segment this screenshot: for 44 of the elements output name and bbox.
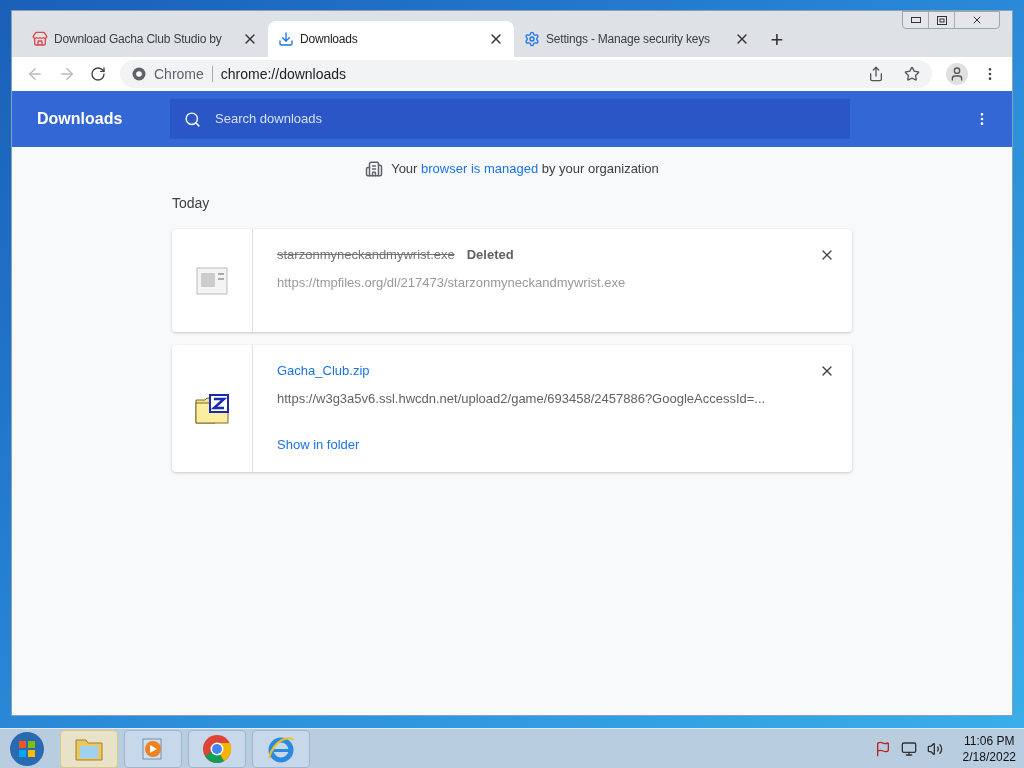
search-field[interactable]: Search downloads: [170, 99, 850, 139]
zip-folder-icon: [195, 393, 229, 424]
url-text: chrome://downloads: [220, 64, 348, 84]
new-tab-button[interactable]: +: [762, 21, 792, 57]
minimize-icon[interactable]: [910, 17, 921, 23]
chrome-icon: [202, 733, 232, 764]
profile-icon[interactable]: [946, 63, 968, 85]
search-icon: [184, 110, 201, 128]
settings-icon: [524, 31, 540, 47]
address-bar[interactable]: Chrome chrome://downloads: [120, 60, 932, 88]
document-icon: [196, 266, 228, 295]
flag-icon[interactable]: [874, 740, 891, 757]
taskbar-button[interactable]: [188, 729, 246, 768]
browser-tab[interactable]: Download Gacha Club Studio by: [22, 21, 268, 57]
tab-title: Download Gacha Club Studio by: [54, 31, 223, 48]
site-label: Chrome: [154, 64, 204, 84]
file-name[interactable]: Gacha_Club.zip: [277, 361, 370, 381]
store-icon: [32, 31, 48, 47]
volume-icon[interactable]: [926, 740, 943, 757]
search-placeholder: Search downloads: [215, 110, 322, 129]
tab-title: Settings - Manage security keys: [546, 31, 711, 48]
network-icon[interactable]: [900, 740, 917, 757]
windows-logo-icon: [9, 730, 45, 767]
managed-link[interactable]: browser is managed: [421, 161, 539, 177]
browser-tab[interactable]: Downloads: [268, 21, 514, 57]
file-url: https://tmpfiles.org/dl/217473/starzonmyneckandmywrist.exe: [277, 274, 627, 292]
tab-title: Downloads: [300, 31, 359, 48]
status-label: Deleted: [466, 246, 514, 265]
reload-icon[interactable]: [90, 66, 106, 82]
download-icon: [278, 31, 294, 47]
browser-tab[interactable]: Settings - Manage security keys: [514, 21, 760, 57]
page-title: Downloads: [36, 109, 124, 129]
building-icon: [365, 160, 384, 178]
clock-time: 11:06 PM: [964, 732, 1015, 749]
managed-notice: Your browser is managed by your organization: [391, 160, 659, 179]
restore-icon[interactable]: [936, 15, 947, 25]
show-in-folder-link[interactable]: Show in folder: [277, 434, 360, 454]
file-name: starzonmyneckandmywrist.exe: [277, 246, 455, 265]
file-url: https://w3g3a5v6.ssl.hwcdn.net/upload2/game/693458/2457886?GoogleAccessId=...: [277, 390, 767, 408]
clock-date: 2/18/2022: [962, 748, 1016, 765]
chrome-icon: [132, 67, 146, 81]
share-icon[interactable]: [868, 66, 884, 82]
star-icon[interactable]: [904, 66, 920, 82]
section-heading: Today: [172, 194, 210, 213]
